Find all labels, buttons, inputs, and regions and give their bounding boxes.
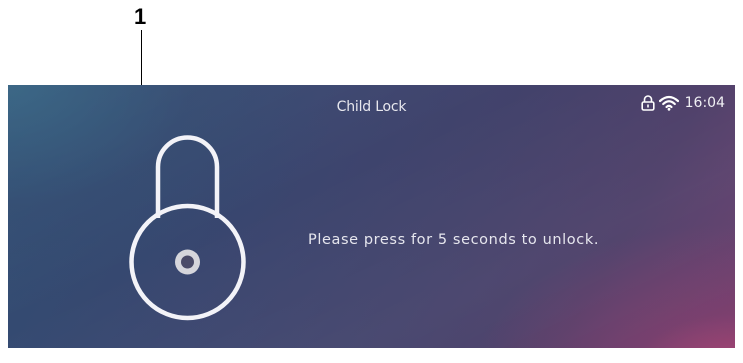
- unlock-instruction: Please press for 5 seconds to unlock.: [308, 232, 600, 248]
- device-screen: Child Lock 16:04 Please press for 5 seco…: [8, 85, 735, 348]
- padlock-icon[interactable]: [125, 132, 250, 326]
- status-time: 16:04: [684, 95, 725, 111]
- screen-title: Child Lock: [336, 99, 407, 115]
- status-bar: 16:04: [641, 95, 725, 111]
- page: 1 Child Lock 16:04 Please press for 5 se…: [0, 0, 743, 363]
- callout-number: 1: [134, 4, 147, 29]
- wifi-icon: [658, 95, 679, 111]
- lock-icon: [641, 95, 655, 111]
